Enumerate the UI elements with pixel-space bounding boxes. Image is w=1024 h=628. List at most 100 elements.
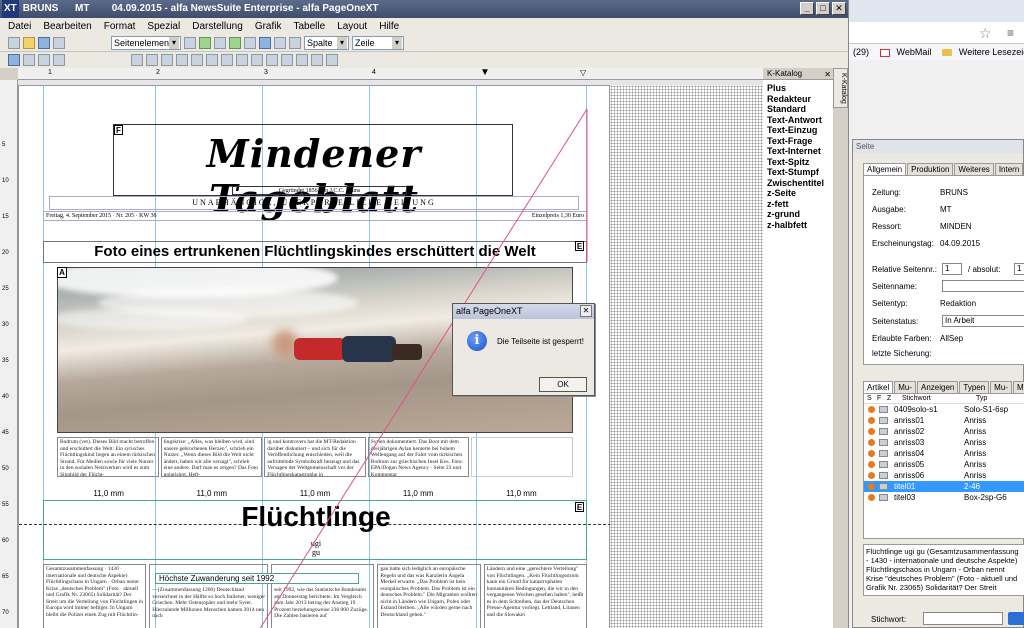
table-row[interactable]: anriss06 Anriss: [864, 470, 1024, 481]
text-column[interactable]: Bodrum (vet). Dieses Bild macht betroffe…: [57, 437, 159, 477]
send-back-icon[interactable]: [266, 54, 278, 66]
style-item[interactable]: Text-Einzug: [767, 125, 833, 136]
style-item[interactable]: Redakteur: [767, 94, 833, 105]
frame-icon[interactable]: [214, 36, 226, 49]
distribute-h-icon[interactable]: [221, 54, 233, 66]
dialog-close-icon[interactable]: ✕: [580, 305, 592, 317]
col-typ[interactable]: Typ: [966, 394, 1006, 403]
tab-weiteres[interactable]: Weiteres: [954, 163, 994, 175]
tab-intern[interactable]: Intern: [994, 163, 1024, 175]
text-column[interactable]: lingskrise: „Alles, was bleiben wird, si…: [160, 437, 263, 477]
seitenstatus-select[interactable]: In Arbeit: [942, 315, 1024, 327]
table-row[interactable]: anriss03 Anriss: [864, 437, 1024, 448]
menu-icon[interactable]: ≡: [1007, 26, 1014, 40]
k-katalog-tab[interactable]: K-Katalog: [833, 68, 848, 108]
browser-address-bar[interactable]: [849, 22, 1024, 44]
unlock-icon[interactable]: [326, 54, 338, 66]
headline-frame[interactable]: Foto eines ertrunkenen Flüchtlingskindes…: [43, 241, 587, 263]
style-item[interactable]: z-grund: [767, 209, 833, 220]
relative-page-input[interactable]: 1: [942, 263, 962, 275]
table-row[interactable]: anriss05 Anriss: [864, 459, 1024, 470]
bring-front-icon[interactable]: [251, 54, 263, 66]
subheadline[interactable]: Höchste Zuwanderung seit 1992: [155, 573, 359, 584]
close-icon[interactable]: ✕: [824, 69, 831, 81]
layout-workarea[interactable]: F Mindener Tageblatt Gegründet 1856 von …: [18, 80, 763, 628]
close-button[interactable]: ✕: [832, 2, 846, 15]
masthead-tagline[interactable]: UNABHÄNGIGE, ÜBERPARTEILICHE ZEITUNG: [49, 196, 579, 210]
ungroup-icon[interactable]: [296, 54, 308, 66]
grid-icon[interactable]: [289, 36, 301, 49]
table-row[interactable]: titel03 Box-2sp-G6: [864, 492, 1024, 503]
add-column-icon[interactable]: [229, 36, 241, 49]
lock-icon[interactable]: [311, 54, 323, 66]
text-column[interactable]: Ländern und eine „gerechtere Verteilung"…: [483, 564, 587, 628]
align-bottom-icon[interactable]: [206, 54, 218, 66]
col-s[interactable]: S: [864, 394, 873, 403]
bookmark-count[interactable]: (29): [853, 47, 869, 57]
remove-column-icon[interactable]: [244, 36, 256, 49]
col-z[interactable]: Z: [884, 394, 896, 403]
style-item[interactable]: z-halbfett: [767, 220, 833, 231]
style-item[interactable]: z-Seite: [767, 188, 833, 199]
stichwort-input[interactable]: [923, 612, 1003, 625]
style-item[interactable]: Text-Antwort: [767, 115, 833, 126]
col-stichwort[interactable]: Stichwort: [896, 394, 966, 403]
tab-allgemein[interactable]: Allgemein: [863, 163, 907, 175]
element-select[interactable]: Seitenelement: [111, 35, 181, 50]
print-icon[interactable]: [53, 36, 65, 49]
copy-icon[interactable]: [184, 36, 196, 49]
table-row[interactable]: anriss02 Anriss: [864, 426, 1024, 437]
dateline[interactable]: Freitag, 4. September 2015 · Nr. 205 · K…: [43, 211, 587, 221]
ruler-marker-icon[interactable]: ▽: [580, 68, 586, 77]
menu-tabelle[interactable]: Tabelle: [293, 21, 325, 32]
add-frame-icon[interactable]: [199, 36, 211, 49]
dialog-ok-button[interactable]: OK: [539, 377, 587, 392]
split-icon[interactable]: [274, 36, 286, 49]
menu-layout[interactable]: Layout: [337, 21, 367, 32]
style-item[interactable]: Standard: [767, 104, 833, 115]
style-item[interactable]: Text-Spitz: [767, 157, 833, 168]
column-select[interactable]: Spalte: [304, 35, 349, 50]
style-item[interactable]: Text-Internet: [767, 146, 833, 157]
section-frame[interactable]: Flüchtlinge ugi gu: [43, 500, 587, 560]
menu-datei[interactable]: Datei: [8, 21, 31, 32]
style-item[interactable]: Plus: [767, 83, 833, 94]
menu-darstellung[interactable]: Darstellung: [192, 21, 243, 32]
group-icon[interactable]: [281, 54, 293, 66]
absolute-page-input[interactable]: 1: [1014, 263, 1024, 275]
menu-spezial[interactable]: Spezial: [147, 21, 180, 32]
open-icon[interactable]: [23, 36, 35, 49]
style-item[interactable]: Zwischentitel: [767, 178, 833, 189]
align-middle-icon[interactable]: [191, 54, 203, 66]
text-column[interactable]: Gesamtzusammenfassung · 1430 · internati…: [43, 564, 147, 628]
menu-grafik[interactable]: Grafik: [255, 21, 282, 32]
hand-icon[interactable]: [38, 54, 50, 66]
style-item[interactable]: z-fett: [767, 199, 833, 210]
seitenname-input[interactable]: [942, 280, 1024, 292]
table-row[interactable]: anriss04 Anriss: [864, 448, 1024, 459]
text-column[interactable]: [471, 437, 573, 477]
bookmark-folder[interactable]: Weitere Lesezeichen: [938, 47, 1024, 57]
text-column[interactable]: ig und kontrovers hat die MT-Redaktion d…: [264, 437, 366, 477]
masthead-frame[interactable]: F Mindener Tageblatt Gegründet 1856 von …: [113, 124, 513, 221]
distribute-v-icon[interactable]: [236, 54, 248, 66]
maximize-button[interactable]: □: [816, 2, 830, 15]
save-icon[interactable]: [38, 36, 50, 49]
link-icon[interactable]: [259, 36, 271, 49]
ruler-marker-icon[interactable]: ▼: [480, 67, 490, 78]
style-item[interactable]: Text-Frage: [767, 136, 833, 147]
new-icon[interactable]: [8, 36, 20, 49]
table-row[interactable]: anriss01 Anriss: [864, 415, 1024, 426]
align-left-icon[interactable]: [131, 54, 143, 66]
zoom-icon[interactable]: [53, 54, 65, 66]
table-row[interactable]: titel01 2-46: [864, 481, 1024, 492]
menu-bearbeiten[interactable]: Bearbeiten: [43, 21, 91, 32]
star-icon[interactable]: ☆: [979, 25, 992, 42]
menu-format[interactable]: Format: [104, 21, 136, 32]
search-button[interactable]: [1008, 612, 1024, 625]
align-right-icon[interactable]: [161, 54, 173, 66]
text-column[interactable]: Syrien dokumentiert. Das Boot mit dem dr…: [367, 437, 470, 477]
style-item[interactable]: Text-Stumpf: [767, 167, 833, 178]
menu-hilfe[interactable]: Hilfe: [379, 21, 399, 32]
align-center-icon[interactable]: [146, 54, 158, 66]
